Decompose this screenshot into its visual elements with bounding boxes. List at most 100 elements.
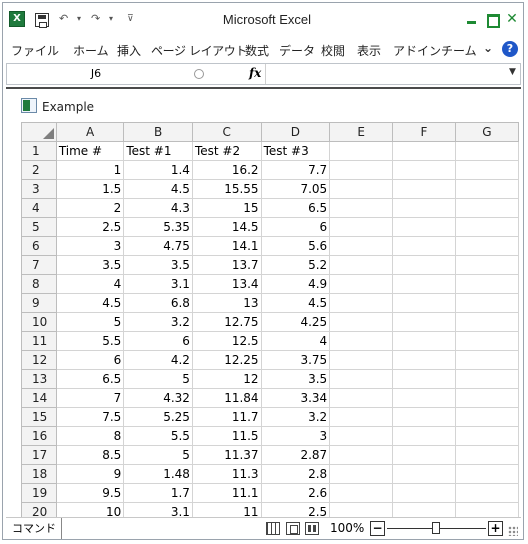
tab-team[interactable]: チーム: [441, 42, 477, 59]
cell-c13[interactable]: 12: [191, 369, 262, 389]
cell-d7[interactable]: 5.2: [260, 255, 331, 275]
cell-f16[interactable]: [392, 426, 456, 446]
cell-f5[interactable]: [392, 217, 456, 237]
formula-input[interactable]: [267, 64, 507, 84]
cell-f6[interactable]: [392, 236, 456, 256]
cell-b5[interactable]: 5.35: [123, 217, 193, 237]
cell-e1[interactable]: [329, 141, 394, 161]
cell-c19[interactable]: 11.1: [191, 483, 262, 503]
tab-data[interactable]: データ: [279, 42, 315, 59]
workbook-icon[interactable]: [21, 98, 37, 113]
row-header-19[interactable]: 19: [21, 483, 57, 503]
cell-g6[interactable]: [454, 236, 519, 256]
tab-home[interactable]: ホーム: [73, 42, 109, 59]
cell-e10[interactable]: [329, 312, 394, 332]
cell-d9[interactable]: 4.5: [260, 293, 331, 313]
tab-formulas[interactable]: 数式: [245, 42, 269, 59]
row-header-10[interactable]: 10: [21, 312, 57, 332]
cell-e18[interactable]: [329, 464, 394, 484]
column-header-b[interactable]: B: [123, 122, 193, 142]
cell-a19[interactable]: 9.5: [55, 483, 125, 503]
tab-insert[interactable]: 挿入: [117, 42, 141, 59]
cell-d5[interactable]: 6: [260, 217, 331, 237]
cell-g19[interactable]: [454, 483, 519, 503]
cell-e2[interactable]: [329, 160, 394, 180]
cell-a15[interactable]: 7.5: [55, 407, 125, 427]
row-header-3[interactable]: 3: [21, 179, 57, 199]
cell-e7[interactable]: [329, 255, 394, 275]
help-icon[interactable]: ?: [502, 41, 518, 57]
cell-b6[interactable]: 4.75: [123, 236, 193, 256]
cell-d3[interactable]: 7.05: [260, 179, 331, 199]
cell-e8[interactable]: [329, 274, 394, 294]
cell-f14[interactable]: [392, 388, 456, 408]
cell-f15[interactable]: [392, 407, 456, 427]
cell-e15[interactable]: [329, 407, 394, 427]
cell-a2[interactable]: 1: [55, 160, 125, 180]
cell-b3[interactable]: 4.5: [123, 179, 193, 199]
cell-c2[interactable]: 16.2: [191, 160, 262, 180]
close-icon[interactable]: ✕: [505, 12, 519, 26]
cell-a12[interactable]: 6: [55, 350, 125, 370]
page-layout-view-icon[interactable]: [286, 522, 300, 535]
insert-function-icon[interactable]: fx: [249, 66, 261, 80]
cell-e12[interactable]: [329, 350, 394, 370]
cell-a17[interactable]: 8.5: [55, 445, 125, 465]
cell-d15[interactable]: 3.2: [260, 407, 331, 427]
cell-f8[interactable]: [392, 274, 456, 294]
cell-e11[interactable]: [329, 331, 394, 351]
cell-f17[interactable]: [392, 445, 456, 465]
zoom-slider-thumb[interactable]: [432, 522, 440, 534]
cell-c3[interactable]: 15.55: [191, 179, 262, 199]
cell-d16[interactable]: 3: [260, 426, 331, 446]
row-header-9[interactable]: 9: [21, 293, 57, 313]
cell-c14[interactable]: 11.84: [191, 388, 262, 408]
row-header-8[interactable]: 8: [21, 274, 57, 294]
cell-c12[interactable]: 12.25: [191, 350, 262, 370]
cell-c15[interactable]: 11.7: [191, 407, 262, 427]
row-header-1[interactable]: 1: [21, 141, 57, 161]
cell-e4[interactable]: [329, 198, 394, 218]
cell-g12[interactable]: [454, 350, 519, 370]
cell-c10[interactable]: 12.75: [191, 312, 262, 332]
cell-b9[interactable]: 6.8: [123, 293, 193, 313]
cell-a7[interactable]: 3.5: [55, 255, 125, 275]
cell-d19[interactable]: 2.6: [260, 483, 331, 503]
cell-g17[interactable]: [454, 445, 519, 465]
cell-a11[interactable]: 5.5: [55, 331, 125, 351]
formula-bar-grip-icon[interactable]: [194, 69, 204, 79]
cell-d4[interactable]: 6.5: [260, 198, 331, 218]
cell-f13[interactable]: [392, 369, 456, 389]
column-header-a[interactable]: A: [55, 122, 125, 142]
cell-g8[interactable]: [454, 274, 519, 294]
cell-f11[interactable]: [392, 331, 456, 351]
cell-b15[interactable]: 5.25: [123, 407, 193, 427]
cell-b12[interactable]: 4.2: [123, 350, 193, 370]
tab-file[interactable]: ファイル: [11, 42, 59, 59]
cell-g10[interactable]: [454, 312, 519, 332]
cell-b7[interactable]: 3.5: [123, 255, 193, 275]
cell-g7[interactable]: [454, 255, 519, 275]
cell-a18[interactable]: 9: [55, 464, 125, 484]
cell-e3[interactable]: [329, 179, 394, 199]
cell-b17[interactable]: 5: [123, 445, 193, 465]
cell-f9[interactable]: [392, 293, 456, 313]
cell-d14[interactable]: 3.34: [260, 388, 331, 408]
cell-e17[interactable]: [329, 445, 394, 465]
cell-b18[interactable]: 1.48: [123, 464, 193, 484]
cell-f10[interactable]: [392, 312, 456, 332]
cell-g4[interactable]: [454, 198, 519, 218]
cell-g13[interactable]: [454, 369, 519, 389]
cell-f1[interactable]: [392, 141, 456, 161]
cell-a16[interactable]: 8: [55, 426, 125, 446]
cell-d8[interactable]: 4.9: [260, 274, 331, 294]
zoom-out-button[interactable]: −: [370, 521, 385, 536]
column-header-f[interactable]: F: [392, 122, 456, 142]
cell-d1[interactable]: Test #3: [260, 141, 331, 161]
cell-d6[interactable]: 5.6: [260, 236, 331, 256]
cell-c18[interactable]: 11.3: [191, 464, 262, 484]
cell-c8[interactable]: 13.4: [191, 274, 262, 294]
cell-b14[interactable]: 4.32: [123, 388, 193, 408]
row-header-4[interactable]: 4: [21, 198, 57, 218]
cell-g5[interactable]: [454, 217, 519, 237]
